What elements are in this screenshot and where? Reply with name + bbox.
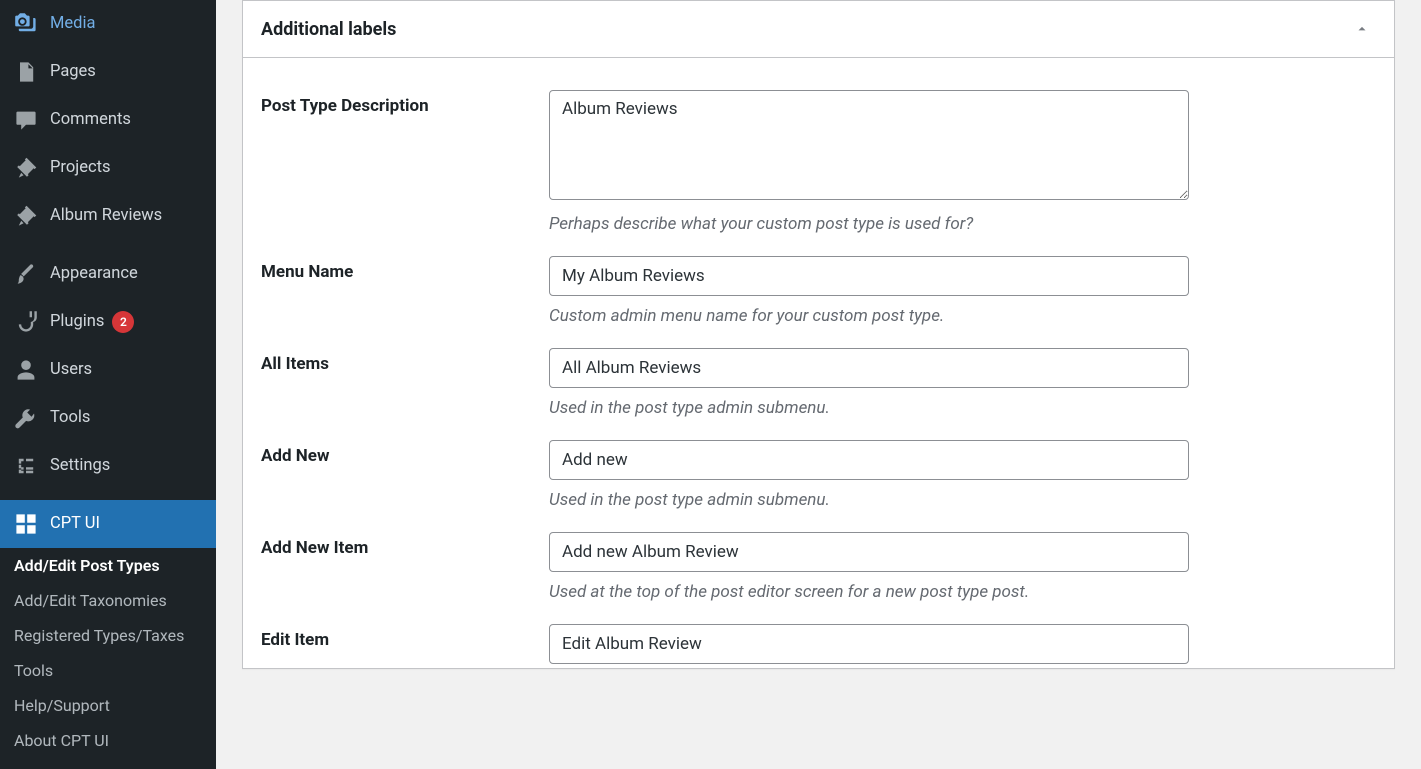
sidebar-item-appearance[interactable]: Appearance xyxy=(0,250,216,298)
pages-icon xyxy=(14,60,38,84)
sidebar-label: Tools xyxy=(50,408,90,428)
field-all-items: All Items Used in the post type admin su… xyxy=(243,326,1394,418)
field-help: Used in the post type admin submenu. xyxy=(549,490,1189,510)
field-label: Add New xyxy=(261,440,549,510)
field-label: Post Type Description xyxy=(261,90,549,234)
sidebar-item-pages[interactable]: Pages xyxy=(0,48,216,96)
field-label: Menu Name xyxy=(261,256,549,326)
sidebar-label: Users xyxy=(50,360,92,380)
edit-item-input[interactable] xyxy=(549,624,1189,664)
user-icon xyxy=(14,358,38,382)
sidebar-item-tools[interactable]: Tools xyxy=(0,394,216,442)
media-icon xyxy=(14,12,38,36)
sidebar-item-cptui[interactable]: CPT UI xyxy=(0,500,216,548)
field-label: Add New Item xyxy=(261,532,549,602)
submenu-about-cptui[interactable]: About CPT UI xyxy=(0,723,216,758)
chevron-up-icon xyxy=(1355,22,1369,36)
field-label: Edit Item xyxy=(261,624,549,664)
field-label: All Items xyxy=(261,348,549,418)
sidebar-label: Settings xyxy=(50,456,110,476)
field-help: Perhaps describe what your custom post t… xyxy=(549,214,1189,234)
sidebar-label: Comments xyxy=(50,110,131,130)
submenu-help-support[interactable]: Help/Support xyxy=(0,688,216,723)
settings-icon xyxy=(14,454,38,478)
panel-header: Additional labels xyxy=(243,1,1394,58)
admin-sidebar: Media Pages Comments Projects Album Revi… xyxy=(0,0,216,769)
field-add-new: Add New Used in the post type admin subm… xyxy=(243,418,1394,510)
field-add-new-item: Add New Item Used at the top of the post… xyxy=(243,510,1394,602)
submenu-tools[interactable]: Tools xyxy=(0,653,216,688)
sidebar-item-settings[interactable]: Settings xyxy=(0,442,216,490)
sidebar-label: Projects xyxy=(50,158,111,178)
sidebar-label: Pages xyxy=(50,62,96,82)
sidebar-label: Media xyxy=(50,14,95,34)
post-type-description-input[interactable] xyxy=(549,90,1189,200)
cptui-icon xyxy=(14,512,38,536)
sidebar-label: CPT UI xyxy=(50,514,100,534)
sidebar-item-album-reviews[interactable]: Album Reviews xyxy=(0,192,216,240)
main-content: Additional labels Post Type Description … xyxy=(216,0,1421,769)
panel-body: Post Type Description Perhaps describe w… xyxy=(243,58,1394,668)
field-menu-name: Menu Name Custom admin menu name for you… xyxy=(243,234,1394,326)
plug-icon xyxy=(14,310,38,334)
plugins-update-badge: 2 xyxy=(112,311,134,333)
panel-collapse-toggle[interactable] xyxy=(1348,15,1376,43)
field-help: Used at the top of the post editor scree… xyxy=(549,582,1189,602)
field-help: Used in the post type admin submenu. xyxy=(549,398,1189,418)
all-items-input[interactable] xyxy=(549,348,1189,388)
menu-name-input[interactable] xyxy=(549,256,1189,296)
panel-title: Additional labels xyxy=(261,19,396,40)
submenu-add-edit-taxonomies[interactable]: Add/Edit Taxonomies xyxy=(0,583,216,618)
sidebar-item-plugins[interactable]: Plugins 2 xyxy=(0,298,216,346)
additional-labels-panel: Additional labels Post Type Description … xyxy=(242,0,1395,669)
wrench-icon xyxy=(14,406,38,430)
pin-icon xyxy=(14,204,38,228)
brush-icon xyxy=(14,262,38,286)
sidebar-item-comments[interactable]: Comments xyxy=(0,96,216,144)
sidebar-label: Plugins xyxy=(50,312,104,332)
sidebar-label: Appearance xyxy=(50,264,138,284)
sidebar-item-media[interactable]: Media xyxy=(0,0,216,48)
sidebar-separator xyxy=(0,490,216,500)
add-new-item-input[interactable] xyxy=(549,532,1189,572)
sidebar-separator xyxy=(0,240,216,250)
pin-icon xyxy=(14,156,38,180)
field-post-type-description: Post Type Description Perhaps describe w… xyxy=(243,68,1394,234)
comment-icon xyxy=(14,108,38,132)
add-new-input[interactable] xyxy=(549,440,1189,480)
submenu-registered-types-taxes[interactable]: Registered Types/Taxes xyxy=(0,618,216,653)
field-edit-item: Edit Item xyxy=(243,602,1394,664)
sidebar-item-users[interactable]: Users xyxy=(0,346,216,394)
sidebar-label: Album Reviews xyxy=(50,206,162,226)
sidebar-item-projects[interactable]: Projects xyxy=(0,144,216,192)
field-help: Custom admin menu name for your custom p… xyxy=(549,306,1189,326)
submenu-add-edit-post-types[interactable]: Add/Edit Post Types xyxy=(0,548,216,583)
